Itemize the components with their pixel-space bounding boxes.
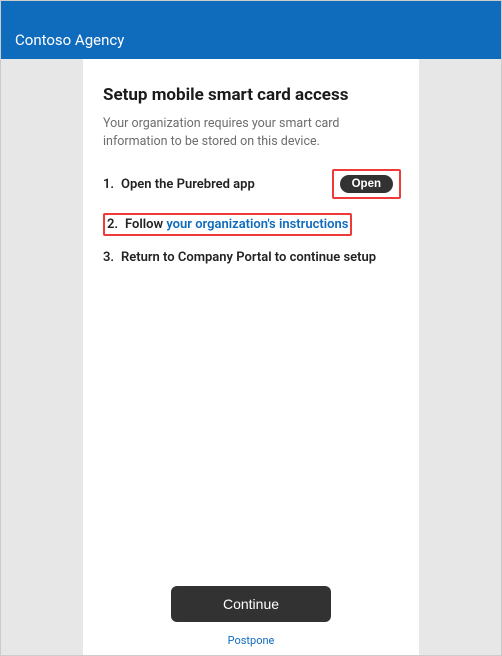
step-1: 1. Open the Purebred app Open bbox=[103, 169, 401, 199]
open-button-highlight: Open bbox=[332, 169, 401, 199]
step-3: 3. Return to Company Portal to continue … bbox=[103, 250, 401, 265]
step-3-text: Return to Company Portal to continue set… bbox=[121, 250, 401, 265]
step-2-text: Follow your organization's instructions bbox=[125, 217, 348, 232]
app-header: Contoso Agency bbox=[1, 1, 501, 59]
main-panel: Setup mobile smart card access Your orga… bbox=[83, 59, 419, 655]
step-2: 2. Follow your organization's instructio… bbox=[103, 213, 401, 236]
page-title: Setup mobile smart card access bbox=[103, 85, 401, 105]
step-3-number: 3. bbox=[103, 250, 121, 265]
app-title: Contoso Agency bbox=[15, 31, 124, 49]
instructions-link[interactable]: your organization's instructions bbox=[166, 217, 348, 232]
step-2-highlight: 2. Follow your organization's instructio… bbox=[103, 213, 352, 236]
open-button[interactable]: Open bbox=[340, 175, 393, 193]
step-1-number: 1. bbox=[103, 177, 121, 192]
content-wrapper: Setup mobile smart card access Your orga… bbox=[1, 59, 501, 655]
step-1-text: Open the Purebred app bbox=[121, 177, 255, 192]
postpone-link[interactable]: Postpone bbox=[228, 634, 275, 647]
step-2-number: 2. bbox=[107, 217, 125, 232]
steps-list: 1. Open the Purebred app Open 2. Follow … bbox=[103, 169, 401, 265]
continue-button[interactable]: Continue bbox=[171, 586, 331, 622]
page-subtitle: Your organization requires your smart ca… bbox=[103, 115, 401, 151]
step-2-prefix: Follow bbox=[125, 217, 166, 232]
bottom-actions: Continue Postpone bbox=[83, 586, 419, 647]
